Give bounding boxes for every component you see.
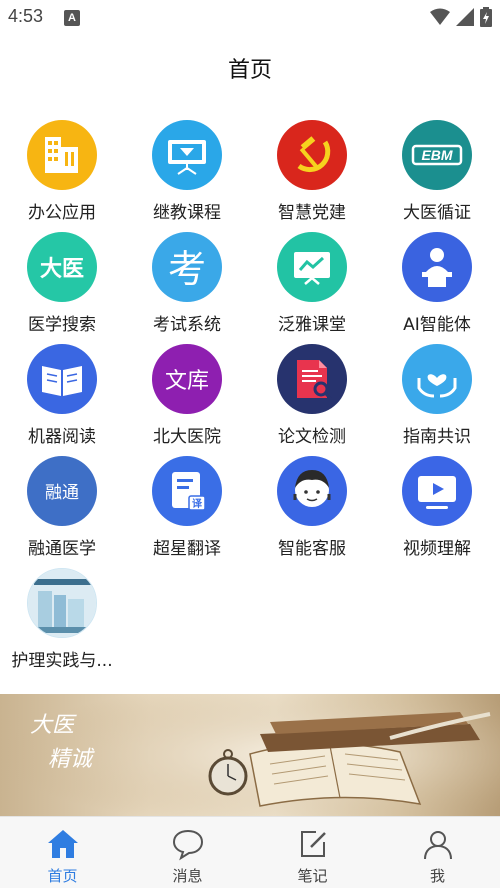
app-label: 办公应用 <box>28 203 96 223</box>
app-guidelines[interactable]: 指南共识 <box>375 344 499 454</box>
tab-notes[interactable]: 笔记 <box>250 817 375 888</box>
banner-line2: 精诚 <box>48 747 95 772</box>
app-label: 北大医院 <box>153 427 221 447</box>
svg-text:文库: 文库 <box>165 369 209 394</box>
app-label: 指南共识 <box>403 427 471 447</box>
app-party-building[interactable]: 智慧党建 <box>250 120 374 230</box>
tab-label: 首页 <box>47 867 78 885</box>
speaker-podium-icon <box>402 232 472 302</box>
banner-line1: 大医 <box>30 713 77 738</box>
app-evidence-based[interactable]: EBM 大医循证 <box>375 120 499 230</box>
tab-messages[interactable]: 消息 <box>125 817 250 888</box>
app-ai-agent[interactable]: AI智能体 <box>375 232 499 342</box>
app-peking-hospital[interactable]: 文库 北大医院 <box>125 344 249 454</box>
tab-home[interactable]: 首页 <box>0 817 125 888</box>
svg-text:大医: 大医 <box>40 257 84 282</box>
video-play-icon <box>402 456 472 526</box>
page-title: 首页 <box>227 58 272 83</box>
svg-text:融通: 融通 <box>45 483 79 503</box>
app-label: 论文检测 <box>278 427 346 447</box>
person-icon <box>424 831 452 860</box>
notification-icon: A <box>64 10 80 26</box>
wenku-text-icon: 文库 <box>152 344 222 414</box>
battery-icon <box>480 7 492 27</box>
home-icon <box>48 830 78 858</box>
wifi-icon <box>430 8 450 25</box>
app-exam-system[interactable]: 考 考试系统 <box>125 232 249 342</box>
translate-doc-icon: 译 <box>152 456 222 526</box>
app-label: 考试系统 <box>153 315 221 335</box>
banner-artwork: 大医 精诚 <box>0 694 500 816</box>
status-indicators <box>430 7 492 27</box>
hammer-sickle-icon <box>277 120 347 190</box>
app-label: 护理实践与... <box>11 651 113 671</box>
app-fanya-classroom[interactable]: 泛雅课堂 <box>250 232 374 342</box>
app-label: 泛雅课堂 <box>278 315 346 335</box>
app-label: 继教课程 <box>153 203 221 223</box>
rongtong-text-icon: 融通 <box>27 456 97 526</box>
hands-heart-icon <box>402 344 472 414</box>
tab-label: 我 <box>429 867 445 885</box>
ebm-logo-icon: EBM <box>402 120 472 190</box>
banner[interactable]: 大医 精诚 <box>0 694 500 816</box>
tab-label: 笔记 <box>297 867 328 885</box>
app-machine-reading[interactable]: 机器阅读 <box>0 344 124 454</box>
app-label: 融通医学 <box>28 539 96 559</box>
signal-icon <box>456 8 474 26</box>
app-label: 视频理解 <box>403 539 471 559</box>
app-smart-service[interactable]: 智能客服 <box>250 456 374 566</box>
presentation-board-icon <box>152 120 222 190</box>
app-label: 超星翻译 <box>153 539 221 559</box>
svg-text:考: 考 <box>168 247 206 291</box>
app-office[interactable]: 办公应用 <box>0 120 124 230</box>
app-label: 大医循证 <box>403 203 471 223</box>
document-search-icon <box>277 344 347 414</box>
exam-character-icon: 考 <box>152 232 222 302</box>
status-bar: 4:53 A <box>0 0 500 34</box>
status-time: 4:53 <box>8 6 44 26</box>
app-nursing-practice[interactable]: 护理实践与... <box>0 568 124 678</box>
tab-label: 消息 <box>172 867 203 885</box>
app-chaoxing-translate[interactable]: 译 超星翻译 <box>125 456 249 566</box>
tab-me[interactable]: 我 <box>375 817 500 888</box>
dayi-text-icon: 大医 <box>27 232 97 302</box>
customer-service-icon <box>277 456 347 526</box>
nursing-book-cover-icon <box>27 568 97 638</box>
chat-bubble-icon <box>172 829 204 861</box>
svg-text:EBM: EBM <box>421 147 452 163</box>
app-continuing-education[interactable]: 继教课程 <box>125 120 249 230</box>
app-video-understanding[interactable]: 视频理解 <box>375 456 499 566</box>
edit-note-icon <box>301 831 326 857</box>
app-label: 智能客服 <box>278 539 346 559</box>
app-label: 医学搜索 <box>28 315 96 335</box>
app-medical-search[interactable]: 大医 医学搜索 <box>0 232 124 342</box>
bottom-tab-bar: 首页 消息 笔记 我 <box>0 816 500 888</box>
open-book-icon <box>27 344 97 414</box>
app-label: AI智能体 <box>403 315 471 335</box>
classroom-chart-icon <box>277 232 347 302</box>
app-rongtong-medicine[interactable]: 融通 融通医学 <box>0 456 124 566</box>
svg-text:译: 译 <box>192 497 203 510</box>
app-paper-check[interactable]: 论文检测 <box>250 344 374 454</box>
app-label: 智慧党建 <box>278 203 346 223</box>
office-buildings-icon <box>27 120 97 190</box>
app-label: 机器阅读 <box>28 427 96 447</box>
